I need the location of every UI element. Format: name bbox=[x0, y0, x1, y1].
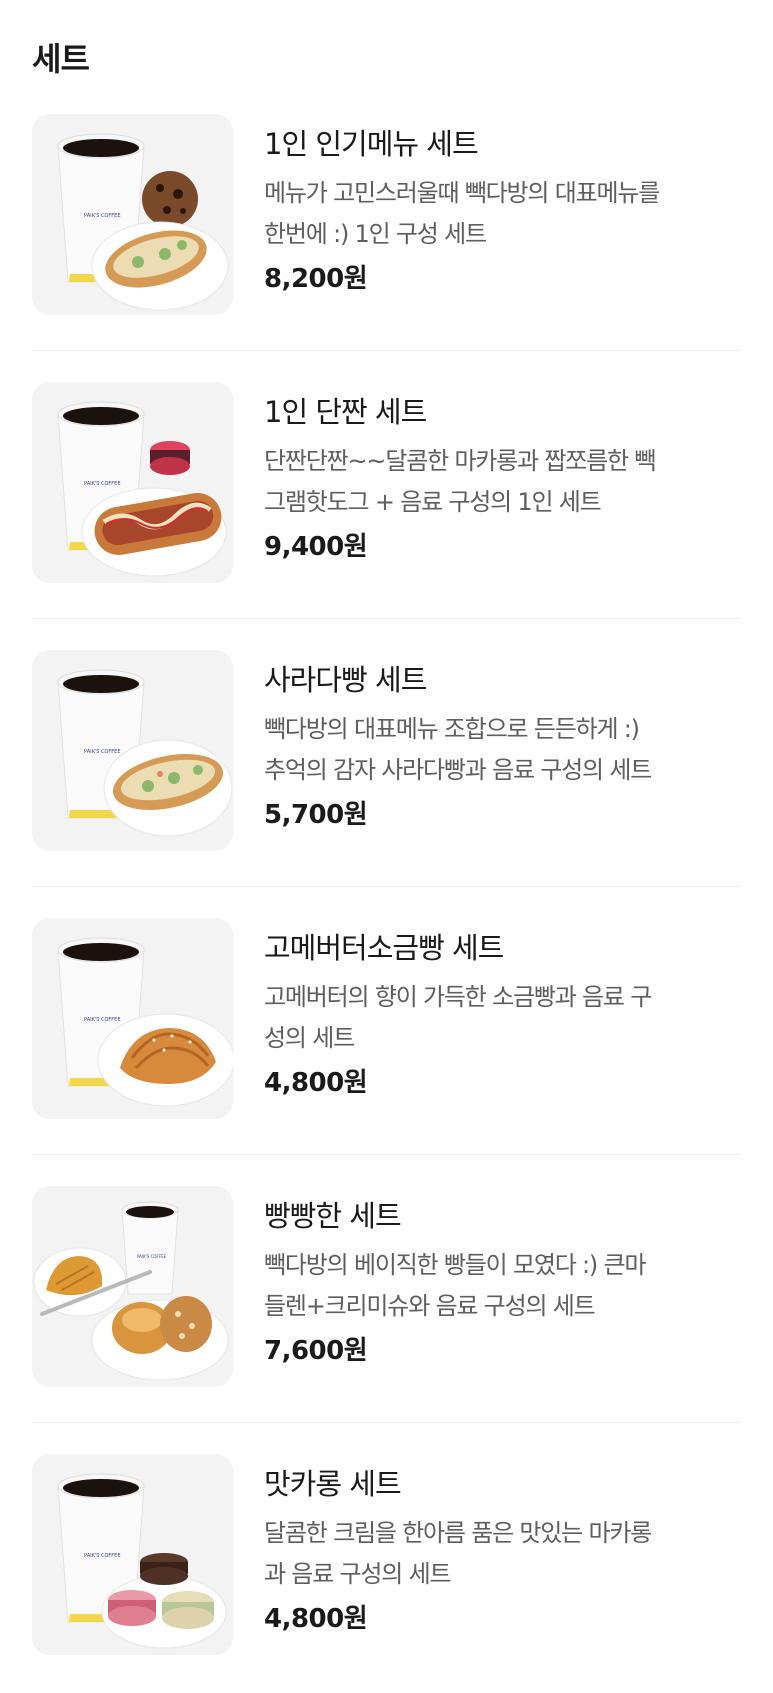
menu-item-sweet-salty-set[interactable]: PAIK'S COFFEE 1인 단짠 세트 단짠단짠~~달콤한 마카롱과 짭쪼… bbox=[32, 382, 741, 650]
divider bbox=[32, 1422, 741, 1423]
menu-price: 4,800원 bbox=[264, 1068, 368, 1098]
menu-info: 빵빵한 세트 빽다방의 베이직한 빵들이 모였다 :) 큰마 들렌+크리미슈와 … bbox=[264, 1196, 741, 1369]
menu-name: 사라다빵 세트 bbox=[264, 663, 427, 697]
menu-image-coffee-madeleine-cream-puff[interactable]: PAIK'S COFFEE bbox=[32, 1186, 233, 1387]
menu-price: 7,600원 bbox=[264, 1336, 368, 1366]
menu-description: 고메버터의 향이 가득한 소금빵과 음료 구 성의 세트 bbox=[264, 977, 741, 1059]
menu-image-coffee-macaron-hotdog[interactable]: PAIK'S COFFEE bbox=[32, 382, 233, 583]
menu-image-coffee-salt-bread[interactable]: PAIK'S COFFEE bbox=[32, 918, 233, 1119]
menu-image-coffee-cookie-sandwich[interactable]: PAIK'S COFFEE bbox=[32, 114, 233, 315]
menu-item-bread-set[interactable]: PAIK'S COFFEE 빵빵한 세트 빽다방의 베이직한 빵들이 모였다:… bbox=[32, 1186, 741, 1454]
menu-name: 1인 인기메뉴 세트 bbox=[264, 127, 479, 161]
cup-brand-label: PAIK'S COFFEE bbox=[84, 1017, 121, 1023]
menu-description: 달콤한 크림을 한아름 품은 맛있는 마카롱 과 음료 구성의 세트 bbox=[264, 1513, 741, 1595]
cup-brand-label: PAIK'S COFFEE bbox=[137, 1254, 167, 1259]
menu-info: 사라다빵 세트 빽다방의 대표메뉴 조합으로 든든하게 :) 추억의 감자 사라… bbox=[264, 660, 741, 833]
menu-image-coffee-macarons[interactable]: PAIK'S COFFEE bbox=[32, 1454, 233, 1655]
cup-brand-label: PAIK'S COFFEE bbox=[84, 481, 121, 487]
menu-description-line: 메뉴가 고민스러울때 빽다방의 대표메뉴를 bbox=[264, 179, 660, 207]
divider bbox=[32, 886, 741, 887]
cup-brand-label: PAIK'S COFFEE bbox=[84, 749, 121, 755]
menu-description-line: 빽다방의 대표메뉴 조합으로 든든하게 :) bbox=[264, 715, 640, 743]
menu-description: 메뉴가 고민스러울때 빽다방의 대표메뉴를 한번에 :) 1인 구성 세트 bbox=[264, 173, 741, 255]
menu-price: 8,200원 bbox=[264, 264, 368, 294]
section-title: 세트 bbox=[32, 40, 90, 78]
menu-name: 1인 단짠 세트 bbox=[264, 395, 427, 429]
menu-description: 빽다방의 베이직한 빵들이 모였다 :) 큰마 들렌+크리미슈와 음료 구성의 … bbox=[264, 1245, 741, 1327]
menu-item-salt-bread-set[interactable]: PAIK'S COFFEE 고메버터소금빵 세트 고메버터의 향이 가득한 소금… bbox=[32, 918, 741, 1186]
menu-info: 1인 인기메뉴 세트 메뉴가 고민스러울때 빽다방의 대표메뉴를 한번에 :) … bbox=[264, 124, 741, 297]
divider bbox=[32, 618, 741, 619]
menu-item-macaron-set[interactable]: PAIK'S COFFEE 맛카롱 세트 달콤한 크림을 한아름 품은 맛있는 … bbox=[32, 1454, 741, 1693]
menu-name: 고메버터소금빵 세트 bbox=[264, 931, 504, 965]
menu-description: 빽다방의 대표메뉴 조합으로 든든하게 :) 추억의 감자 사라다빵과 음료 구… bbox=[264, 709, 741, 791]
menu-price: 9,400원 bbox=[264, 532, 368, 562]
menu-info: 1인 단짠 세트 단짠단짠~~달콤한 마카롱과 짭쪼름한 빽 그램핫도그 + 음… bbox=[264, 392, 741, 565]
cup-brand-label: PAIK'S COFFEE bbox=[84, 213, 121, 219]
menu-item-salad-bread-set[interactable]: PAIK'S COFFEE 사라다빵 세트 빽다방의 대표메뉴 조합으로 든든하… bbox=[32, 650, 741, 918]
menu-description-line: 그램핫도그 + 음료 구성의 1인 세트 bbox=[264, 488, 602, 516]
menu-info: 맛카롱 세트 달콤한 크림을 한아름 품은 맛있는 마카롱 과 음료 구성의 세… bbox=[264, 1464, 741, 1637]
menu-description-line: 고메버터의 향이 가득한 소금빵과 음료 구 bbox=[264, 983, 652, 1011]
menu-description-line: 과 음료 구성의 세트 bbox=[264, 1560, 452, 1588]
menu-info: 고메버터소금빵 세트 고메버터의 향이 가득한 소금빵과 음료 구 성의 세트 … bbox=[264, 928, 741, 1101]
menu-description-line: 들렌+크리미슈와 음료 구성의 세트 bbox=[264, 1292, 596, 1320]
menu-image-coffee-salad-bread[interactable]: PAIK'S COFFEE bbox=[32, 650, 233, 851]
menu-item-popular-set[interactable]: PAIK'S COFFEE 1인 인기메뉴 세트 메뉴가 고민스러울때 빽다방의… bbox=[32, 114, 741, 382]
menu-description-line: 빽다방의 베이직한 빵들이 모였다 :) 큰마 bbox=[264, 1251, 646, 1279]
menu-name: 빵빵한 세트 bbox=[264, 1199, 402, 1233]
menu-price: 4,800원 bbox=[264, 1604, 368, 1634]
menu-description-line: 성의 세트 bbox=[264, 1024, 355, 1052]
menu-description: 단짠단짠~~달콤한 마카롱과 짭쪼름한 빽 그램핫도그 + 음료 구성의 1인 … bbox=[264, 441, 741, 523]
menu-name: 맛카롱 세트 bbox=[264, 1467, 402, 1501]
menu-price: 5,700원 bbox=[264, 800, 368, 830]
menu-description-line: 단짠단짠~~달콤한 마카롱과 짭쪼름한 빽 bbox=[264, 447, 656, 475]
menu-description-line: 달콤한 크림을 한아름 품은 맛있는 마카롱 bbox=[264, 1519, 652, 1547]
menu-description-line: 한번에 :) 1인 구성 세트 bbox=[264, 220, 487, 248]
divider bbox=[32, 350, 741, 351]
cup-brand-label: PAIK'S COFFEE bbox=[84, 1553, 121, 1559]
divider bbox=[32, 1154, 741, 1155]
menu-description-line: 추억의 감자 사라다빵과 음료 구성의 세트 bbox=[264, 756, 652, 784]
